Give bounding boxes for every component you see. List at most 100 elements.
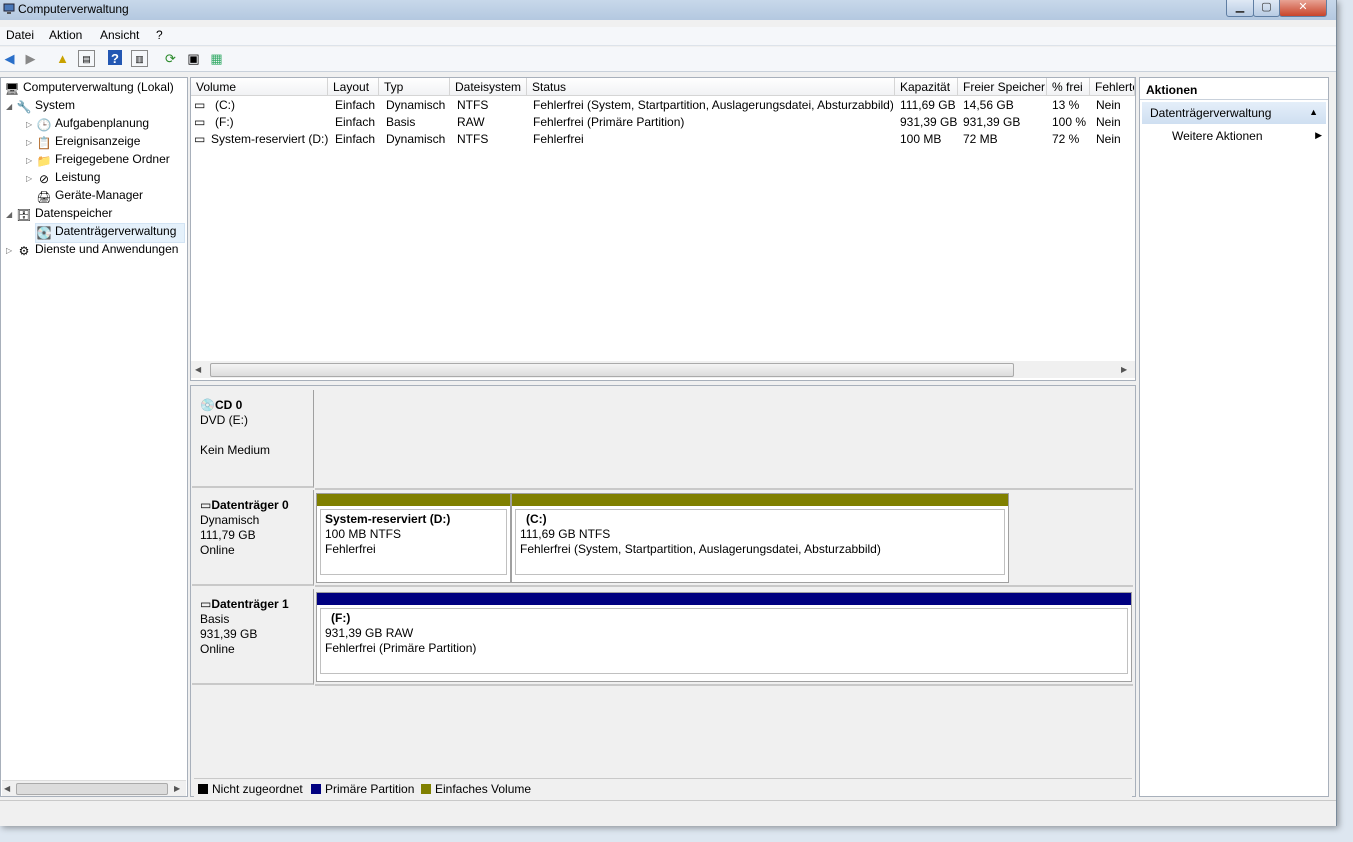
cell-fehlertoleranz: Nein [1096,132,1121,146]
action-weitere-aktionen[interactable]: Weitere Aktionen ▶ [1172,129,1322,147]
legend: Nicht zugeordnet Primäre Partition Einfa… [194,778,1132,797]
disk-type: DVD (E:) [200,413,248,427]
tree-node-root[interactable]: 🖥 Computerverwaltung (Lokal) [4,80,173,98]
expand-arrow-icon[interactable]: ▷ [26,138,36,147]
partition-system-reserviert[interactable]: System-reserviert (D:) 100 MB NTFS Fehle… [316,493,511,583]
table-row[interactable]: ▭ (F:) Einfach Basis RAW Fehlerfrei (Pri… [191,114,1135,131]
partition-f[interactable]: (F:) 931,39 GB RAW Fehlerfrei (Primäre P… [316,592,1132,682]
title-bar[interactable]: Computerverwaltung ▁ ▢ ✕ [0,0,1336,20]
services-icon: ⚙ [18,244,30,258]
tree-node-freigegebene-ordner[interactable]: ▷ 📁 Freigegebene Ordner [26,152,170,170]
table-row[interactable]: ▭ (C:) Einfach Dynamisch NTFS Fehlerfrei… [191,97,1135,114]
menu-datei[interactable]: Datei [6,28,34,42]
tree-node-datenspeicher[interactable]: ◢ 🗄 Datenspeicher [6,206,112,224]
menu-help[interactable]: ? [156,28,163,42]
partition-name: (F:) [331,611,351,625]
cell-volume: (C:) [215,98,235,112]
menu-ansicht[interactable]: Ansicht [100,28,139,42]
maximize-button[interactable]: ▢ [1253,0,1280,17]
show-hide-tree-icon[interactable]: ▤ [78,50,95,67]
column-header-prozent-frei[interactable]: % frei [1047,78,1090,96]
scroll-left-icon[interactable]: ◀ [4,784,10,793]
rescan-disks-icon[interactable]: ▦ [208,50,225,67]
cell-dateisystem: NTFS [457,98,489,112]
show-hide-action-pane-icon[interactable]: ▥ [131,50,148,67]
computer-management-icon [3,3,15,15]
toolbar: ◀ ▶ ▲ ▤ ? ▥ ⟳ ▣ ▦ [0,47,1336,72]
cell-freier-speicher: 14,56 GB [963,98,1014,112]
actions-pane: Aktionen Datenträgerverwaltung ▲ Weitere… [1139,77,1329,797]
back-arrow-icon[interactable]: ◀ [1,50,18,67]
scroll-left-icon[interactable]: ◀ [195,365,201,374]
section-label: Datenträgerverwaltung [1150,106,1272,120]
collapse-up-icon[interactable]: ▲ [1309,107,1318,117]
column-header-volume[interactable]: Volume [191,78,328,96]
disk-header-cd0[interactable]: 💿CD 0 DVD (E:) Kein Medium [192,390,314,488]
event-viewer-icon: 📋 [36,136,52,150]
column-header-fehlertoleranz[interactable]: Fehlerto [1090,78,1135,96]
tree-node-ereignisanzeige[interactable]: ▷ 📋 Ereignisanzeige [26,134,140,152]
tree-node-leistung[interactable]: ▷ ⊘ Leistung [26,170,100,188]
expand-arrow-icon[interactable]: ▷ [6,246,16,255]
actions-title: Aktionen [1140,78,1328,100]
window-title: Computerverwaltung [18,2,129,16]
collapse-arrow-icon[interactable]: ◢ [6,102,16,111]
action-label: Weitere Aktionen [1172,129,1263,143]
volume-list: Volume Layout Typ Dateisystem Status Kap… [190,77,1136,381]
column-header-layout[interactable]: Layout [328,78,379,96]
volume-list-horizontal-scrollbar[interactable]: ◀ ▶ [191,361,1135,378]
expand-arrow-icon[interactable]: ▷ [26,156,36,165]
cell-kapazitaet: 100 MB [900,132,942,146]
tree-node-system[interactable]: ◢ 🔧 System [6,98,75,116]
scroll-right-icon[interactable]: ▶ [174,784,180,793]
column-header-typ[interactable]: Typ [379,78,450,96]
cell-typ: Dynamisch [386,132,446,146]
tree-node-geraete-manager[interactable]: 🖨 Geräte-Manager [36,188,143,206]
close-button[interactable]: ✕ [1279,0,1327,17]
expand-arrow-icon[interactable]: ▷ [26,174,36,183]
disk-header-disk0[interactable]: ▭Datenträger 0 Dynamisch 111,79 GB Onlin… [192,490,314,586]
up-folder-icon[interactable]: ▲ [54,50,71,67]
tree-node-datentraegerverwaltung[interactable]: 💽 Datenträgerverwaltung [35,223,185,243]
column-header-freier-speicher[interactable]: Freier Speicher [958,78,1047,96]
actions-section-header[interactable]: Datenträgerverwaltung ▲ [1142,102,1326,124]
partition-color-bar [317,494,510,506]
partition-c[interactable]: (C:) 111,69 GB NTFS Fehlerfrei (System, … [511,493,1009,583]
cell-freier-speicher: 72 MB [963,132,998,146]
expand-arrow-icon[interactable]: ▷ [26,120,36,129]
drive-icon: ▭ [194,132,206,146]
properties-icon[interactable]: ▣ [185,50,202,67]
forward-arrow-icon[interactable]: ▶ [22,50,39,67]
cell-typ: Basis [386,115,416,129]
performance-icon: ⊘ [38,172,50,186]
scroll-right-icon[interactable]: ▶ [1121,365,1127,374]
scroll-thumb[interactable] [210,363,1014,377]
scroll-thumb[interactable] [16,783,168,795]
partition-size: 100 MB NTFS [325,527,402,541]
menu-aktion[interactable]: Aktion [49,28,82,42]
disk-size: 931,39 GB [200,627,258,641]
partition-status: Fehlerfrei (System, Startpartition, Ausl… [520,542,881,556]
help-icon[interactable]: ? [108,50,122,66]
disk-management-icon: 💽 [36,226,52,240]
tree-node-aufgabenplanung[interactable]: ▷ 🕒 Aufgabenplanung [26,116,149,134]
disk-header-disk1[interactable]: ▭Datenträger 1 Basis 931,39 GB Online [192,589,314,685]
tree-node-dienste[interactable]: ▷ ⚙ Dienste und Anwendungen [6,242,178,260]
column-header-kapazitaet[interactable]: Kapazität [895,78,958,96]
disk-name: CD 0 [214,398,243,412]
tree-label: Leistung [55,170,101,184]
tree-label: Aufgabenplanung [55,116,150,130]
refresh-icon[interactable]: ⟳ [162,50,179,67]
cell-kapazitaet: 931,39 GB [900,115,958,129]
disk-icon: ▭ [200,597,212,611]
table-row[interactable]: ▭ System-reserviert (D:) Einfach Dynamis… [191,131,1135,148]
column-header-status[interactable]: Status [527,78,895,96]
minimize-button[interactable]: ▁ [1226,0,1254,17]
console-tree: 🖥 Computerverwaltung (Lokal) ◢ 🔧 System ▷ 🕒 A… [0,77,188,797]
disk-size: 111,79 GB [200,528,256,542]
tree-horizontal-scrollbar[interactable]: ◀ ▶ [2,780,186,796]
app-window: Computerverwaltung ▁ ▢ ✕ Datei Aktion An… [0,0,1337,826]
collapse-arrow-icon[interactable]: ◢ [6,210,16,219]
column-header-dateisystem[interactable]: Dateisystem [450,78,527,96]
cell-typ: Dynamisch [386,98,446,112]
